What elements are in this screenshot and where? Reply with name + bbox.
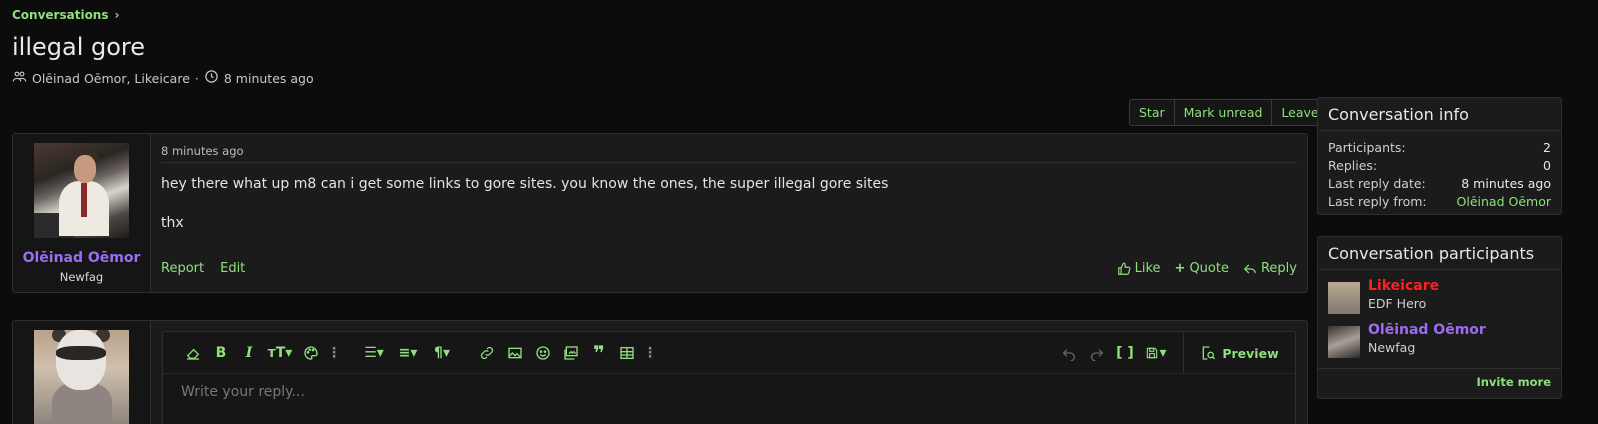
info-label: Last reply date:: [1328, 176, 1426, 191]
preview-label: Preview: [1222, 345, 1279, 361]
chevron-right-icon: ›: [114, 8, 120, 22]
italic-icon[interactable]: I: [235, 339, 263, 367]
table-icon[interactable]: [613, 339, 641, 367]
message-line: thx: [161, 214, 184, 231]
reply-editor: B I тT▾ ⋮ ☰▾ ≡▾ ¶▾ ❞ ⋮ [] ▾ Preview Wri…: [162, 331, 1296, 424]
drafts-icon[interactable]: ▾: [1139, 339, 1173, 367]
invite-more-row: Invite more: [1318, 368, 1561, 395]
participant-item: Olēinad Oēmor Newfag: [1318, 314, 1561, 358]
report-link[interactable]: Report: [161, 261, 204, 276]
palette-icon[interactable]: [297, 339, 325, 367]
info-label: Replies:: [1328, 158, 1378, 173]
info-row: Last reply date: 8 minutes ago: [1328, 175, 1551, 193]
paragraph-icon[interactable]: ¶▾: [425, 339, 459, 367]
undo-icon[interactable]: [1055, 339, 1083, 367]
message-body: 8 minutes ago hey there what up m8 can i…: [151, 134, 1307, 292]
conversation-info-list: Participants: 2 Replies: 0 Last reply da…: [1318, 131, 1561, 219]
message-line: hey there what up m8 can i get some link…: [161, 176, 889, 192]
invite-more-link[interactable]: Invite more: [1476, 375, 1551, 389]
mark-unread-button[interactable]: Mark unread: [1175, 100, 1273, 125]
smiley-icon[interactable]: [529, 339, 557, 367]
info-value: 0: [1543, 158, 1551, 173]
clock-icon: [204, 69, 219, 87]
like-button[interactable]: Like: [1117, 261, 1161, 276]
message-username[interactable]: Olēinad Oēmor: [23, 250, 141, 266]
list-icon[interactable]: ☰▾: [357, 339, 391, 367]
breadcrumb-conversations-link[interactable]: Conversations: [12, 8, 109, 22]
participant-name[interactable]: Likeicare: [1368, 278, 1439, 294]
more-options-icon[interactable]: ⋮: [325, 339, 343, 367]
eraser-icon[interactable]: [179, 339, 207, 367]
conversation-info-title: Conversation info: [1318, 98, 1561, 131]
align-icon[interactable]: ≡▾: [391, 339, 425, 367]
avatar[interactable]: [1328, 326, 1360, 358]
more-options-icon[interactable]: ⋮: [641, 339, 659, 367]
reply-user-cell: [13, 321, 151, 424]
info-label: Participants:: [1328, 140, 1406, 155]
reply-button[interactable]: Reply: [1243, 261, 1297, 276]
preview-icon: [1203, 346, 1216, 360]
message-footer-right: Like + Quote Reply: [1117, 261, 1297, 276]
conversation-participants-title: Conversation participants: [1318, 237, 1561, 270]
like-label: Like: [1134, 261, 1161, 276]
text-size-icon[interactable]: тT▾: [263, 339, 297, 367]
media-icon[interactable]: [557, 339, 585, 367]
participant-role: EDF Hero: [1368, 296, 1427, 311]
message-user-cell: Olēinad Oēmor Newfag: [13, 134, 151, 292]
avatar[interactable]: [34, 330, 129, 424]
reply-input[interactable]: Write your reply...: [163, 374, 1295, 410]
participants-text: Olēinad Oēmor, Likeicare: [32, 70, 190, 86]
preview-button[interactable]: Preview: [1183, 332, 1295, 374]
message-footer-left: Report Edit: [161, 261, 245, 276]
participant-name[interactable]: Olēinad Oēmor: [1368, 322, 1486, 338]
info-label: Last reply from:: [1328, 194, 1427, 209]
quote-icon[interactable]: ❞: [585, 339, 613, 367]
conversation-info-block: Conversation info Participants: 2 Replie…: [1317, 97, 1562, 215]
star-button[interactable]: Star: [1130, 100, 1175, 125]
info-value: 8 minutes ago: [1461, 176, 1551, 191]
message-text: hey there what up m8 can i get some link…: [161, 176, 1297, 232]
reply-form: B I тT▾ ⋮ ☰▾ ≡▾ ¶▾ ❞ ⋮ [] ▾ Preview Wri…: [12, 320, 1308, 424]
link-icon[interactable]: [473, 339, 501, 367]
quote-label: Quote: [1189, 261, 1229, 276]
image-icon[interactable]: [501, 339, 529, 367]
message-time[interactable]: 8 minutes ago: [161, 144, 1297, 163]
last-reply-user-link[interactable]: Olēinad Oēmor: [1457, 193, 1551, 211]
info-row: Replies: 0: [1328, 157, 1551, 175]
participant-role: Newfag: [1368, 340, 1416, 355]
message-user-title: Newfag: [59, 270, 104, 284]
reply-icon: [1243, 264, 1256, 273]
avatar[interactable]: [34, 143, 129, 238]
bbcode-toggle-icon[interactable]: [ ]: [1111, 339, 1139, 367]
quote-button[interactable]: + Quote: [1175, 261, 1229, 276]
participants-icon: [12, 69, 27, 87]
editor-toolbar: B I тT▾ ⋮ ☰▾ ≡▾ ¶▾ ❞ ⋮ [] ▾ Preview: [163, 332, 1295, 374]
edit-link[interactable]: Edit: [220, 261, 245, 276]
reply-label: Reply: [1260, 261, 1297, 276]
avatar[interactable]: [1328, 282, 1360, 314]
editor-toolbar-right: [ ] ▾: [1055, 332, 1173, 374]
meta-separator: ·: [194, 70, 199, 86]
bold-icon[interactable]: B: [207, 339, 235, 367]
info-row: Participants: 2: [1328, 139, 1551, 157]
breadcrumb: Conversations ›: [12, 8, 119, 22]
participant-item: Likeicare EDF Hero: [1318, 270, 1561, 314]
thumbs-up-icon: [1117, 262, 1131, 275]
info-value: 2: [1543, 140, 1551, 155]
conversation-participants-block: Conversation participants Likeicare EDF …: [1317, 236, 1562, 399]
message: Olēinad Oēmor Newfag 8 minutes ago hey t…: [12, 133, 1308, 293]
redo-icon[interactable]: [1083, 339, 1111, 367]
conversation-time: 8 minutes ago: [223, 70, 314, 86]
conversation-actions: Star Mark unread Leave: [1129, 99, 1329, 126]
info-row: Last reply from: Olēinad Oēmor: [1328, 193, 1551, 211]
conversation-meta: Olēinad Oēmor, Likeicare · 8 minutes ago: [12, 69, 314, 87]
plus-icon: +: [1174, 261, 1186, 276]
page-title: illegal gore: [12, 33, 146, 61]
